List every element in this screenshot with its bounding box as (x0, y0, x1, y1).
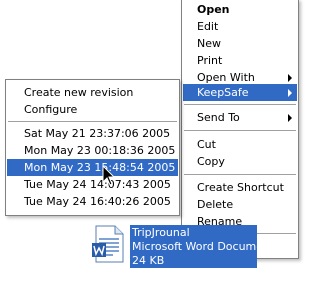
menu-item-open[interactable]: Open (183, 1, 297, 18)
file-size: 24 KB (132, 254, 165, 267)
context-menu: Open Edit New Print Open With KeepSafe S… (181, 0, 299, 259)
menu-item-send-to[interactable]: Send To (183, 109, 297, 126)
menu-item-copy[interactable]: Copy (183, 153, 297, 170)
menu-item-cut[interactable]: Cut (183, 136, 297, 153)
word-document-icon (92, 225, 124, 263)
submenu-arrow-icon (288, 89, 292, 97)
menu-item-send-to-label: Send To (197, 111, 240, 124)
menu-item-print[interactable]: Print (183, 52, 297, 69)
file-type: Microsoft Word Document (132, 240, 257, 253)
submenu-arrow-icon (288, 74, 292, 82)
mouse-pointer-icon (102, 165, 116, 186)
menu-item-edit[interactable]: Edit (183, 18, 297, 35)
menu-separator (184, 104, 296, 105)
revision-item[interactable]: Tue May 24 16:40:26 2005 (7, 193, 178, 210)
submenu-arrow-icon (288, 114, 292, 122)
menu-item-create-shortcut[interactable]: Create Shortcut (183, 179, 297, 196)
keepsafe-submenu: Create new revision Configure Sat May 21… (5, 79, 180, 216)
file-label: TripJrounal Microsoft Word Document 24 K… (130, 225, 257, 268)
menu-separator (184, 174, 296, 175)
menu-item-open-with-label: Open With (197, 71, 255, 84)
menu-item-keepsafe[interactable]: KeepSafe (183, 84, 297, 101)
revision-item[interactable]: Sat May 21 23:37:06 2005 (7, 125, 178, 142)
revision-item-selected[interactable]: Mon May 23 15:48:54 2005 (7, 159, 178, 176)
submenu-item-create-revision[interactable]: Create new revision (7, 84, 178, 101)
submenu-item-configure[interactable]: Configure (7, 101, 178, 118)
menu-item-keepsafe-label: KeepSafe (197, 86, 249, 99)
menu-separator (184, 130, 296, 131)
menu-item-new[interactable]: New (183, 35, 297, 52)
file-name: TripJrounal (132, 226, 190, 239)
menu-separator (8, 121, 177, 122)
revision-item[interactable]: Tue May 24 14:07:43 2005 (7, 176, 178, 193)
revision-item[interactable]: Mon May 23 00:18:36 2005 (7, 142, 178, 159)
desktop: Open Edit New Print Open With KeepSafe S… (0, 0, 306, 299)
menu-item-delete[interactable]: Delete (183, 196, 297, 213)
